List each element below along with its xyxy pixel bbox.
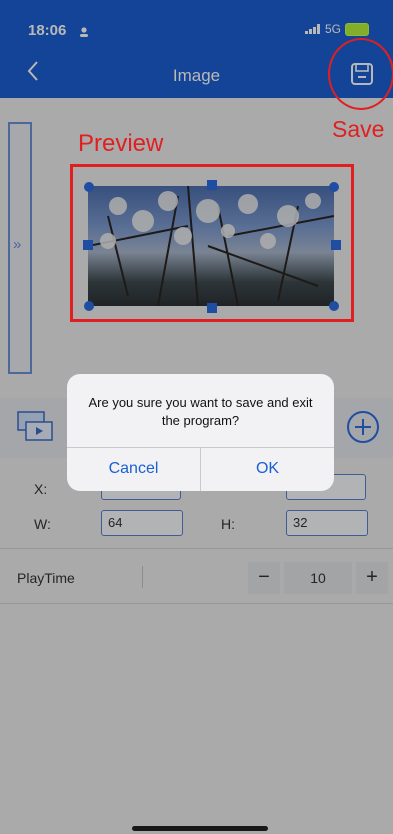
save-annotation-circle: [328, 38, 393, 110]
ok-button[interactable]: OK: [201, 447, 334, 491]
confirm-dialog: Are you sure you want to save and exit t…: [67, 374, 334, 491]
preview-annotation-label: Preview: [78, 130, 164, 157]
save-annotation-label: Save: [332, 116, 385, 142]
preview-annotation-box: [70, 164, 354, 322]
cancel-button[interactable]: Cancel: [67, 447, 200, 491]
dialog-message: Are you sure you want to save and exit t…: [88, 395, 313, 428]
